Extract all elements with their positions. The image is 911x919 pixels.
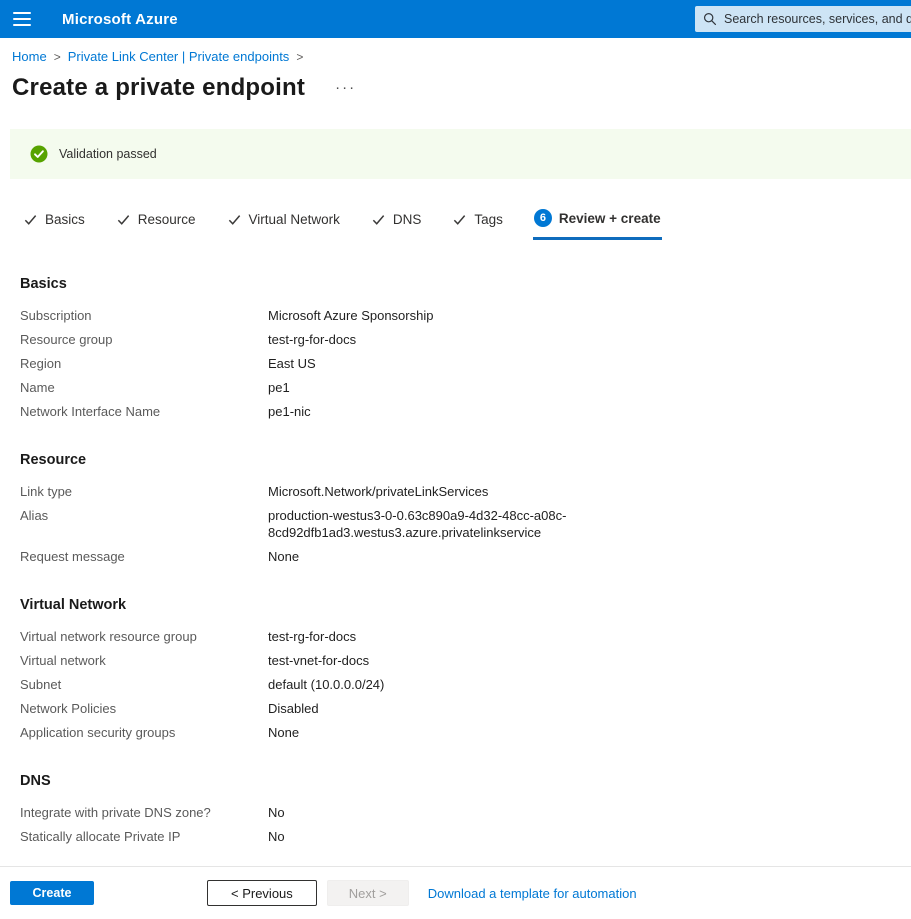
tab-virtual-network[interactable]: Virtual Network xyxy=(226,204,341,240)
row-label: Subscription xyxy=(20,307,268,324)
row-label: Link type xyxy=(20,483,268,500)
download-template-link[interactable]: Download a template for automation xyxy=(428,886,637,901)
review-row: Name pe1 xyxy=(20,379,911,396)
tab-review-create[interactable]: 6 Review + create xyxy=(533,201,662,240)
check-icon xyxy=(23,212,38,227)
row-value: default (10.0.0.0/24) xyxy=(268,676,384,693)
review-row: Resource group test-rg-for-docs xyxy=(20,331,911,348)
review-row: Statically allocate Private IP No xyxy=(20,828,911,845)
review-content: Basics Subscription Microsoft Azure Spon… xyxy=(0,274,911,845)
row-value: test-rg-for-docs xyxy=(268,331,356,348)
validation-banner-text: Validation passed xyxy=(59,147,157,161)
row-label: Statically allocate Private IP xyxy=(20,828,268,845)
review-row: Network Policies Disabled xyxy=(20,700,911,717)
tab-strip: Basics Resource Virtual Network DNS Tags… xyxy=(22,201,911,240)
breadcrumb-separator: > xyxy=(296,50,303,64)
breadcrumb-separator: > xyxy=(54,50,61,64)
create-button[interactable]: Create xyxy=(10,881,94,905)
row-label: Subnet xyxy=(20,676,268,693)
row-value: pe1 xyxy=(268,379,290,396)
tab-tags[interactable]: Tags xyxy=(451,204,504,240)
action-footer: Create < Previous Next > Download a temp… xyxy=(0,866,911,919)
section-title: Virtual Network xyxy=(20,595,911,615)
breadcrumb-home-link[interactable]: Home xyxy=(12,49,47,64)
validation-banner: Validation passed xyxy=(10,129,911,179)
hamburger-icon xyxy=(13,12,31,14)
review-row: Subnet default (10.0.0.0/24) xyxy=(20,676,911,693)
page-title: Create a private endpoint xyxy=(12,71,305,105)
row-label: Virtual network xyxy=(20,652,268,669)
global-search[interactable] xyxy=(695,6,911,32)
review-row: Integrate with private DNS zone? No xyxy=(20,804,911,821)
azure-brand-link[interactable]: Microsoft Azure xyxy=(62,11,178,28)
row-value: No xyxy=(268,804,285,821)
row-label: Network Policies xyxy=(20,700,268,717)
section-resource: Resource Link type Microsoft.Network/pri… xyxy=(20,450,911,565)
row-label: Resource group xyxy=(20,331,268,348)
section-basics: Basics Subscription Microsoft Azure Spon… xyxy=(20,274,911,420)
row-value: pe1-nic xyxy=(268,403,311,420)
success-check-icon xyxy=(30,145,48,163)
row-value: None xyxy=(268,724,299,741)
row-value: No xyxy=(268,828,285,845)
review-row: Region East US xyxy=(20,355,911,372)
section-title: Basics xyxy=(20,274,911,294)
row-value: test-vnet-for-docs xyxy=(268,652,369,669)
review-row: Virtual network test-vnet-for-docs xyxy=(20,652,911,669)
hamburger-menu-button[interactable] xyxy=(0,0,44,38)
row-label: Request message xyxy=(20,548,268,565)
row-value: None xyxy=(268,548,299,565)
top-bar: Microsoft Azure xyxy=(0,0,911,38)
row-value: Microsoft Azure Sponsorship xyxy=(268,307,433,324)
check-icon xyxy=(452,212,467,227)
section-title: Resource xyxy=(20,450,911,470)
row-value: Disabled xyxy=(268,700,319,717)
row-label: Alias xyxy=(20,507,268,541)
review-row: Virtual network resource group test-rg-f… xyxy=(20,628,911,645)
step-number-badge: 6 xyxy=(534,209,552,227)
row-value: production-westus3-0-0.63c890a9-4d32-48c… xyxy=(268,507,580,541)
review-row: Subscription Microsoft Azure Sponsorship xyxy=(20,307,911,324)
review-row: Network Interface Name pe1-nic xyxy=(20,403,911,420)
row-label: Integrate with private DNS zone? xyxy=(20,804,268,821)
review-row: Request message None xyxy=(20,548,911,565)
row-label: Application security groups xyxy=(20,724,268,741)
check-icon xyxy=(116,212,131,227)
row-label: Region xyxy=(20,355,268,372)
section-title: DNS xyxy=(20,771,911,791)
tab-dns[interactable]: DNS xyxy=(370,204,423,240)
breadcrumb-private-link-center-link[interactable]: Private Link Center | Private endpoints xyxy=(68,49,290,64)
row-label: Network Interface Name xyxy=(20,403,268,420)
check-icon xyxy=(371,212,386,227)
check-icon xyxy=(227,212,242,227)
review-row: Alias production-westus3-0-0.63c890a9-4d… xyxy=(20,507,911,541)
review-row: Application security groups None xyxy=(20,724,911,741)
more-actions-button[interactable]: ··· xyxy=(331,81,360,95)
previous-button[interactable]: < Previous xyxy=(207,880,317,906)
section-virtual-network: Virtual Network Virtual network resource… xyxy=(20,595,911,741)
search-input[interactable] xyxy=(724,12,911,26)
row-label: Virtual network resource group xyxy=(20,628,268,645)
breadcrumb: Home > Private Link Center | Private end… xyxy=(12,49,911,64)
review-row: Link type Microsoft.Network/privateLinkS… xyxy=(20,483,911,500)
tab-resource[interactable]: Resource xyxy=(115,204,197,240)
row-value: East US xyxy=(268,355,316,372)
row-value: Microsoft.Network/privateLinkServices xyxy=(268,483,488,500)
section-dns: DNS Integrate with private DNS zone? No … xyxy=(20,771,911,845)
next-button-disabled[interactable]: Next > xyxy=(327,880,409,906)
search-icon xyxy=(703,12,717,26)
tab-basics[interactable]: Basics xyxy=(22,204,86,240)
row-value: test-rg-for-docs xyxy=(268,628,356,645)
row-label: Name xyxy=(20,379,268,396)
